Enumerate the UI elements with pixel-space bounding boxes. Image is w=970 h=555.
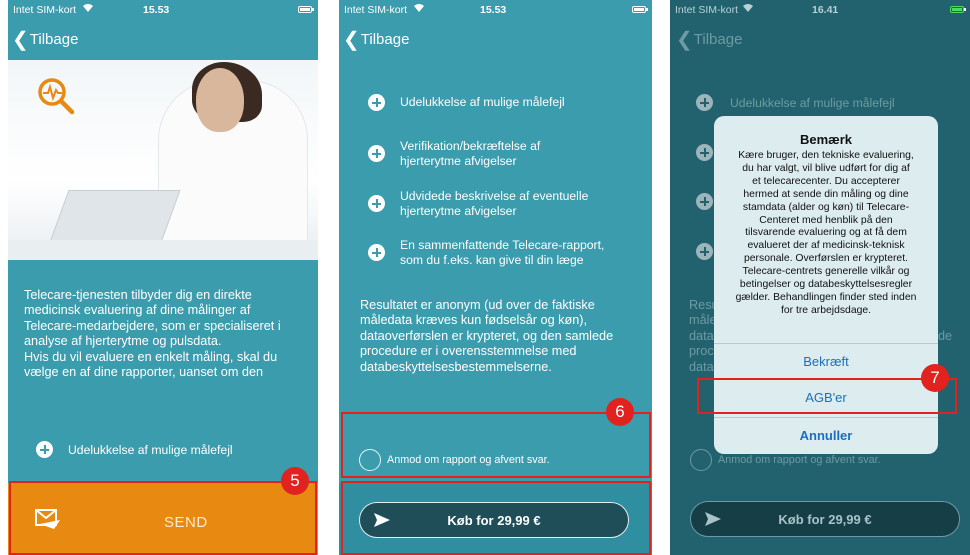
text-line: dataoverførslen er krypteret, og den sam… [360, 328, 614, 343]
cancel-button[interactable]: Annuller [714, 417, 938, 454]
radio-label: Anmod om rapport og afvent svar. [718, 454, 881, 466]
text-line: procedure er i overensstemmelse med [360, 344, 577, 359]
carrier-label: Intet SIM-kort [675, 4, 739, 16]
step-badge-7: 7 [921, 364, 949, 392]
text-line: tilsvarende evaluering og at få dem [745, 227, 907, 239]
carrier-label: Intet SIM-kort [344, 4, 408, 16]
radio-button [690, 449, 712, 471]
text-line: evalueret der af medicinsk-teknisk [747, 240, 905, 252]
plus-icon [36, 441, 53, 458]
chevron-left-icon: ❮ [343, 29, 360, 51]
dialog-message: Kære bruger, den tekniske evaluering, du… [724, 150, 928, 318]
text-line: Telecare-medarbejdere, som er specialise… [24, 318, 281, 333]
feature-item[interactable]: Udelukkelse af mulige målefejl [368, 94, 565, 111]
text-line: vælge en af dine rapporter, uanset om de… [24, 365, 264, 380]
feature-label: Verifikation/bekræftelse af [400, 139, 541, 153]
chevron-left-icon: ❮ [676, 29, 693, 51]
status-bar: Intet SIM-kort 15.53 [8, 0, 318, 22]
text-line: Resultatet er anonym (ud over de faktisk… [360, 298, 595, 312]
feature-label: Udelukkelse af mulige målefejl [68, 442, 233, 457]
text-line: et telecarecenter. Du accepterer [752, 175, 900, 187]
feature-label: hjerterytme afvigelser [400, 153, 517, 168]
feature-label: hjerterytme afvigelser [400, 203, 517, 218]
text-line: medicinsk evaluering af dine målinger af [24, 303, 251, 318]
highlight-box-terms [697, 378, 957, 414]
text-line: Centeret med henblik på den [759, 214, 893, 226]
step-badge-6: 6 [606, 398, 634, 426]
status-bar: Intet SIM-kort 15.53 [339, 0, 652, 22]
clock: 16.41 [812, 4, 839, 16]
clock: 15.53 [480, 4, 507, 16]
dialog-title: Bemærk [799, 132, 853, 147]
back-label: Tilbage [360, 31, 410, 48]
feature-item[interactable]: Udvidede beskrivelse af eventuelle hjert… [368, 189, 588, 218]
hero-image [8, 60, 318, 260]
confirm-button[interactable]: Bekræft [714, 343, 938, 380]
clock: 15.53 [143, 4, 170, 16]
wifi-icon [742, 3, 754, 16]
plus-icon [368, 94, 385, 111]
battery-icon [632, 6, 648, 13]
text-line: betingelser og databeskyttelsesregler [739, 279, 913, 291]
text-line: Kære bruger, den tekniske evaluering, [738, 150, 914, 161]
step-badge-5: 5 [281, 467, 309, 495]
plus-icon [368, 195, 385, 213]
plus-icon [368, 244, 385, 262]
buy-label: Køb for 29,99 € [778, 512, 872, 527]
text-line: stamdata (alder og køn) til Telecare- [742, 201, 910, 213]
feature-label: En sammenfattende Telecare-rapport, [400, 238, 605, 252]
text-line: databeskyttelsesbestemmelserne. [360, 359, 552, 374]
privacy-description: Resultatet er anonym (ud over de faktisk… [360, 298, 650, 375]
magnifier-heartbeat-icon [38, 78, 75, 115]
highlight-box-radio [341, 412, 651, 478]
text-line: gælder. Behandlingen finder sted inden [735, 291, 917, 303]
back-button[interactable]: ❮Tilbage [12, 30, 78, 50]
plus-icon [696, 243, 713, 260]
text-line: Telecare-centrets generelle vilkår og [742, 266, 910, 278]
text-fragment: de [938, 329, 953, 343]
plus-icon [696, 193, 713, 210]
carrier-label: Intet SIM-kort [13, 4, 77, 16]
text-line: du har valgt, vil blive udført for dig a… [742, 162, 910, 174]
feature-item: Udelukkelse af mulige målefejl [696, 94, 895, 111]
feature-label: Udvidede beskrivelse af eventuelle [400, 189, 589, 203]
feature-label: som du f.eks. kan give til din læge [400, 252, 584, 267]
battery-icon [298, 6, 314, 13]
feature-item[interactable]: Udelukkelse af mulige målefejl [36, 441, 233, 458]
wifi-icon [82, 3, 94, 16]
text-line: for tre arbejdsdage. [780, 304, 872, 316]
highlight-box-buy [341, 481, 651, 555]
plus-icon [696, 94, 713, 111]
highlight-box-send [9, 481, 317, 555]
feature-item[interactable]: Verifikation/bekræftelse af hjerterytme … [368, 139, 540, 168]
screen-telecare-intro: Intet SIM-kort 15.53 ❮Tilbage Telecare-t… [8, 0, 318, 555]
service-description: Telecare-tjenesten tilbyder dig en direk… [24, 288, 309, 380]
feature-item[interactable]: En sammenfattende Telecare-rapport, som … [368, 238, 604, 267]
plus-icon [368, 145, 385, 163]
battery-icon [950, 6, 966, 13]
feature-label: Udelukkelse af mulige målefejl [400, 95, 565, 110]
text-line: måledata kræves kun fødselsår og køn), [360, 313, 588, 328]
back-button[interactable]: ❮Tilbage [676, 30, 742, 50]
back-label: Tilbage [29, 31, 79, 48]
text-line: personale. Overførslen er krypteret. [743, 253, 908, 265]
chevron-left-icon: ❮ [12, 29, 29, 51]
text-line: Hvis du vil evaluere en enkelt måling, s… [24, 349, 278, 364]
text-line: hermed at sende din måling og dine [743, 188, 909, 200]
text-line: Telecare-tjenesten tilbyder dig en direk… [24, 288, 252, 302]
back-label: Tilbage [693, 31, 743, 48]
wifi-icon [413, 3, 425, 16]
plus-icon [696, 144, 713, 161]
text-line: analyse af hjerterytme og pulsdata. [24, 334, 222, 349]
status-bar: Intet SIM-kort 16.41 [670, 0, 970, 22]
buy-button: Køb for 29,99 € [690, 501, 960, 537]
back-button[interactable]: ❮Tilbage [343, 30, 409, 50]
feature-label: Udelukkelse af mulige målefejl [730, 95, 895, 110]
